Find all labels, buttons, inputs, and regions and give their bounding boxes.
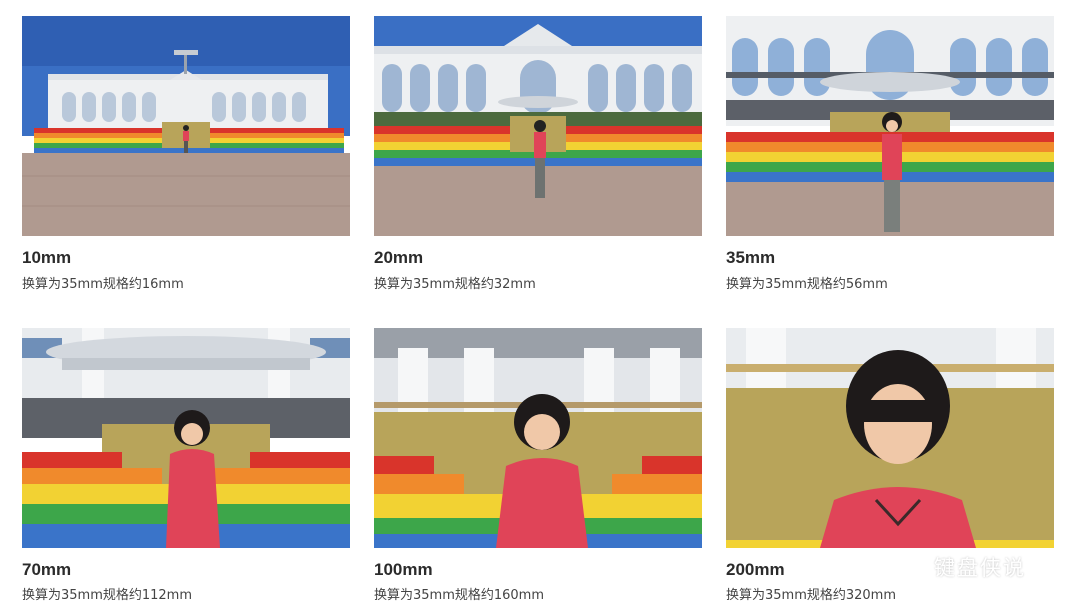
equivalent-focal-length: 换算为35mm规格约32mm — [374, 277, 536, 292]
watermark: 键盘侠说 — [894, 550, 1054, 584]
focal-length-label: 10mm — [22, 248, 72, 267]
focal-length-label: 35mm — [726, 248, 776, 267]
photo-200mm — [726, 328, 1054, 548]
wechat-icon — [894, 553, 927, 578]
photo-card-20mm: 20mm 换算为35mm规格约32mm — [374, 16, 702, 292]
photo-100mm — [374, 328, 702, 548]
photo-10mm — [22, 16, 350, 236]
photo-card-10mm: 10mm 换算为35mm规格约16mm — [22, 16, 350, 292]
equivalent-focal-length: 换算为35mm规格约160mm — [374, 588, 545, 603]
focal-length-label: 200mm — [726, 560, 785, 579]
focal-length-label: 100mm — [374, 560, 433, 579]
focal-length-comparison: 10mm 换算为35mm规格约16mm 20mm 换算为35mm规格约32mm … — [0, 0, 1080, 614]
watermark-text: 键盘侠说 — [934, 556, 1026, 580]
focal-length-label: 70mm — [22, 560, 72, 579]
photo-20mm — [374, 16, 702, 236]
equivalent-focal-length: 换算为35mm规格约16mm — [22, 277, 184, 292]
focal-length-label: 20mm — [374, 248, 424, 267]
equivalent-focal-length: 换算为35mm规格约320mm — [726, 588, 897, 603]
photo-card-100mm: 100mm 换算为35mm规格约160mm — [374, 328, 702, 603]
photo-35mm — [726, 16, 1054, 236]
photo-card-35mm: 35mm 换算为35mm规格约56mm — [726, 16, 1054, 292]
photo-70mm — [22, 328, 350, 548]
equivalent-focal-length: 换算为35mm规格约112mm — [22, 588, 193, 603]
equivalent-focal-length: 换算为35mm规格约56mm — [726, 277, 888, 292]
photo-card-70mm: 70mm 换算为35mm规格约112mm — [22, 328, 350, 603]
